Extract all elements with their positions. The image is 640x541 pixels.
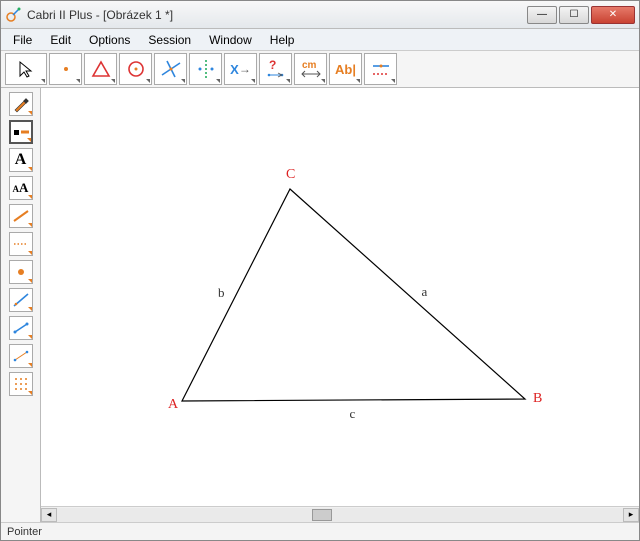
minimize-button[interactable]: —: [527, 6, 557, 24]
tool-query[interactable]: ?: [259, 53, 292, 85]
tool-reflection[interactable]: [189, 53, 222, 85]
window-title: Cabri II Plus - [Obrázek 1 *]: [27, 8, 527, 22]
ltool-point-style[interactable]: [9, 260, 33, 284]
status-bar: Pointer: [1, 522, 639, 540]
toolbar-left: A AA: [1, 88, 41, 522]
toolbar-top: X→ ? cm Ab|: [1, 51, 639, 88]
tool-perpendicular[interactable]: [154, 53, 187, 85]
tool-coordinates[interactable]: X→: [224, 53, 257, 85]
hide-icon: [369, 58, 393, 80]
side-label-b[interactable]: b: [218, 285, 225, 301]
letter-aa-icon: AA: [13, 180, 29, 196]
tool-triangle[interactable]: [84, 53, 117, 85]
triangle-icon: [90, 58, 112, 80]
ltool-dotline[interactable]: [9, 344, 33, 368]
vertex-label-c[interactable]: C: [286, 167, 295, 183]
svg-text:cm: cm: [302, 60, 317, 71]
label-icon: Ab|: [335, 62, 356, 77]
ltool-line-solid[interactable]: [9, 204, 33, 228]
maximize-button[interactable]: ☐: [559, 6, 589, 24]
query-icon: ?: [264, 59, 288, 79]
vertex-label-b[interactable]: B: [533, 391, 542, 407]
ltool-blue-line[interactable]: [9, 288, 33, 312]
tool-point[interactable]: [49, 53, 82, 85]
scroll-thumb[interactable]: [312, 509, 332, 521]
tool-pointer[interactable]: [5, 53, 47, 85]
menu-options[interactable]: Options: [81, 31, 138, 49]
side-label-c[interactable]: c: [350, 406, 356, 422]
menu-edit[interactable]: Edit: [42, 31, 79, 49]
geometry-svg: [41, 88, 639, 506]
ltool-pen[interactable]: [9, 92, 33, 116]
title-bar: Cabri II Plus - [Obrázek 1 *] — ☐ ✕: [1, 1, 639, 29]
circle-icon: [125, 58, 147, 80]
ltool-line-dotted[interactable]: [9, 232, 33, 256]
tool-label[interactable]: Ab|: [329, 53, 362, 85]
menu-session[interactable]: Session: [140, 31, 199, 49]
scroll-right-button[interactable]: ▸: [623, 508, 639, 522]
reflection-icon: [194, 57, 218, 81]
menu-bar: File Edit Options Session Window Help: [1, 29, 639, 51]
point-icon: [56, 59, 76, 79]
ltool-segment[interactable]: [9, 316, 33, 340]
ltool-thickness[interactable]: [9, 120, 33, 144]
tool-measure[interactable]: cm: [294, 53, 327, 85]
measure-icon: cm: [298, 58, 324, 80]
ltool-text-large[interactable]: A: [9, 148, 33, 172]
canvas-wrap: A B C a b c ◂ ▸: [41, 88, 639, 522]
close-button[interactable]: ✕: [591, 6, 635, 24]
side-label-a[interactable]: a: [422, 284, 428, 300]
menu-window[interactable]: Window: [201, 31, 260, 49]
perpendicular-icon: [159, 57, 183, 81]
drawing-canvas[interactable]: A B C a b c: [41, 88, 639, 506]
svg-text:?: ?: [269, 59, 276, 72]
coord-x-icon: X: [230, 62, 239, 77]
ltool-text-small[interactable]: AA: [9, 176, 33, 200]
tool-hide-show[interactable]: [364, 53, 397, 85]
scroll-left-button[interactable]: ◂: [41, 508, 57, 522]
ltool-grid[interactable]: [9, 372, 33, 396]
horizontal-scrollbar[interactable]: ◂ ▸: [41, 506, 639, 522]
tool-circle[interactable]: [119, 53, 152, 85]
menu-file[interactable]: File: [5, 31, 40, 49]
pointer-icon: [16, 59, 36, 79]
letter-a-icon: A: [15, 151, 27, 169]
scroll-track[interactable]: [57, 508, 623, 522]
window-controls: — ☐ ✕: [527, 6, 635, 24]
menu-help[interactable]: Help: [262, 31, 303, 49]
vertex-label-a[interactable]: A: [168, 397, 178, 413]
main-area: A AA A B C a b c ◂ ▸: [1, 88, 639, 522]
status-text: Pointer: [7, 526, 42, 538]
app-icon: [5, 7, 21, 23]
